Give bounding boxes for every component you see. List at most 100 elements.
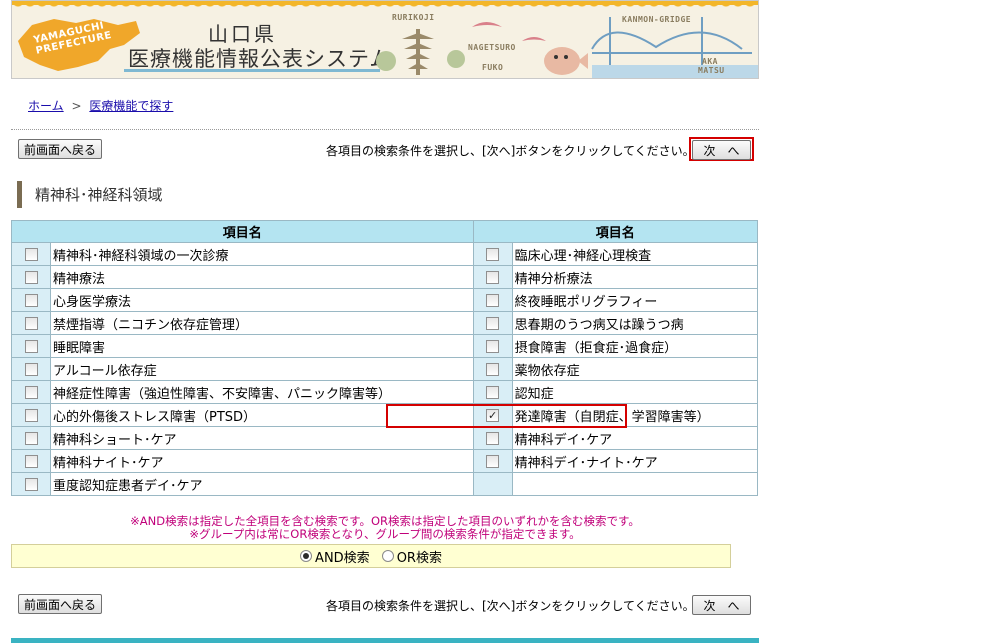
item-checkbox[interactable]: [24, 247, 38, 261]
spot-label: KANMON-GRIDGE: [622, 15, 692, 24]
left-checkbox-cell: [11, 357, 51, 381]
table-row: 重度認知症患者デイ･ケア: [11, 472, 759, 496]
tree-icon: [376, 51, 396, 71]
item-checkbox[interactable]: [24, 316, 38, 330]
item-label: 神経症性障害（強迫性障害、不安障害、パニック障害等）: [50, 380, 474, 404]
item-label: 精神科デイ･ケア: [511, 426, 759, 450]
left-checkbox-cell: [11, 403, 51, 427]
item-label: 心身医学療法: [50, 288, 474, 312]
item-checkbox[interactable]: [486, 362, 500, 376]
right-checkbox-cell: [472, 288, 513, 312]
item-label: 睡眠障害: [50, 334, 474, 358]
fugu-fish-icon: [544, 47, 588, 75]
breadcrumb: ホーム > 医療機能で探す: [28, 97, 173, 114]
left-checkbox-cell: [11, 288, 51, 312]
item-checkbox[interactable]: [24, 270, 38, 284]
right-checkbox-cell: [472, 380, 513, 404]
item-label: 精神科･神経科領域の一次診療: [50, 242, 474, 266]
pagoda-icon: [402, 29, 434, 75]
spot-label: NAGETSURO: [468, 43, 516, 52]
column-header-right: 項目名: [472, 220, 759, 243]
next-button-bottom[interactable]: 次 へ: [692, 595, 751, 615]
or-search-label: OR検索: [396, 550, 442, 566]
item-checkbox[interactable]: [486, 431, 500, 445]
table-row: 睡眠障害 摂食障害（拒食症･過食症）: [11, 334, 759, 358]
item-checkbox[interactable]: [24, 477, 38, 491]
breadcrumb-home-link[interactable]: ホーム: [28, 99, 64, 113]
divider: [11, 129, 759, 130]
table-row: アルコール依存症 薬物依存症: [11, 357, 759, 381]
item-label: アルコール依存症: [50, 357, 474, 381]
right-checkbox-cell: [472, 334, 513, 358]
item-checkbox[interactable]: [486, 247, 500, 261]
bridge-icon: [591, 17, 752, 71]
left-checkbox-cell: [11, 472, 51, 496]
back-button-bottom[interactable]: 前画面へ戻る: [18, 594, 102, 614]
item-checkbox[interactable]: [24, 339, 38, 353]
item-checkbox[interactable]: [486, 385, 500, 399]
right-checkbox-cell: [472, 472, 513, 496]
item-label: 精神科デイ･ナイト･ケア: [511, 449, 759, 473]
item-checkbox[interactable]: [486, 270, 500, 284]
or-search-option[interactable]: OR検索: [381, 547, 442, 566]
instruction-text-top: 各項目の検索条件を選択し、[次へ]ボタンをクリックしてください。→: [326, 144, 705, 158]
item-checkbox[interactable]: [486, 316, 500, 330]
left-checkbox-cell: [11, 449, 51, 473]
and-search-option[interactable]: AND検索: [300, 547, 370, 566]
item-label: 思春期のうつ病又は躁うつ病: [511, 311, 759, 335]
item-checkbox[interactable]: [24, 431, 38, 445]
item-checkbox[interactable]: [24, 408, 38, 422]
search-mode-selector: AND検索 OR検索: [11, 544, 731, 568]
tree-icon: [447, 50, 465, 68]
right-checkbox-cell: [472, 265, 513, 289]
item-label: [511, 472, 759, 496]
item-checkbox[interactable]: [24, 454, 38, 468]
column-header-left: 項目名: [11, 220, 474, 243]
spot-label: RURIKOJI: [392, 13, 435, 22]
table-row: 精神科･神経科領域の一次診療 臨床心理･神経心理検査: [11, 242, 759, 266]
left-checkbox-cell: [11, 380, 51, 404]
selected-item-highlight: [386, 404, 627, 428]
item-checkbox[interactable]: [486, 454, 500, 468]
spot-label: FUKO: [482, 63, 504, 72]
footer-divider: [11, 638, 759, 643]
item-checkbox[interactable]: [486, 293, 500, 307]
section-heading: 精神科･神経科領域: [17, 181, 163, 208]
item-checkbox[interactable]: [486, 339, 500, 353]
item-label: 精神療法: [50, 265, 474, 289]
back-button-top[interactable]: 前画面へ戻る: [18, 139, 102, 159]
and-radio[interactable]: [300, 550, 313, 562]
spot-label: AKA: [702, 57, 718, 66]
left-checkbox-cell: [11, 426, 51, 450]
right-checkbox-cell: [472, 242, 513, 266]
table-body: 精神科･神経科領域の一次診療 臨床心理･神経心理検査 精神療法 精神分析療法 心身医学療…: [11, 242, 759, 496]
bird-icon: [522, 37, 546, 41]
item-checkbox[interactable]: [24, 293, 38, 307]
breadcrumb-current-link[interactable]: 医療機能で探す: [89, 99, 173, 113]
bird-icon: [472, 22, 502, 27]
table-row: 禁煙指導（ニコチン依存症管理） 思春期のうつ病又は躁うつ病: [11, 311, 759, 335]
section-heading-bar: [17, 181, 22, 208]
right-checkbox-cell: [472, 357, 513, 381]
item-checkbox[interactable]: [24, 362, 38, 376]
item-label: 認知症: [511, 380, 759, 404]
item-label: 精神科ショート･ケア: [50, 426, 474, 450]
and-search-label: AND検索: [315, 550, 370, 566]
left-checkbox-cell: [11, 311, 51, 335]
right-checkbox-cell: [472, 426, 513, 450]
items-table: 項目名 項目名 精神科･神経科領域の一次診療 臨床心理･神経心理検査 精神療法 精神分…: [11, 220, 759, 496]
table-row: 精神科ナイト･ケア 精神科デイ･ナイト･ケア: [11, 449, 759, 473]
table-row: 精神科ショート･ケア 精神科デイ･ケア: [11, 426, 759, 450]
item-checkbox[interactable]: [24, 385, 38, 399]
item-label: 重度認知症患者デイ･ケア: [50, 472, 474, 496]
sea-shape: [592, 65, 758, 78]
instruction-text-bottom: 各項目の検索条件を選択し、[次へ]ボタンをクリックしてください。→: [326, 599, 705, 613]
left-checkbox-cell: [11, 265, 51, 289]
table-row: 心身医学療法 終夜睡眠ポリグラフィー: [11, 288, 759, 312]
or-radio[interactable]: [381, 550, 394, 562]
right-checkbox-cell: [472, 311, 513, 335]
table-header-row: 項目名 項目名: [11, 220, 759, 243]
item-label: 薬物依存症: [511, 357, 759, 381]
next-button-top[interactable]: 次 へ: [692, 140, 751, 160]
table-row: 心的外傷後ストレス障害（PTSD） ✓ 発達障害（自閉症、学習障害等）: [11, 403, 759, 427]
